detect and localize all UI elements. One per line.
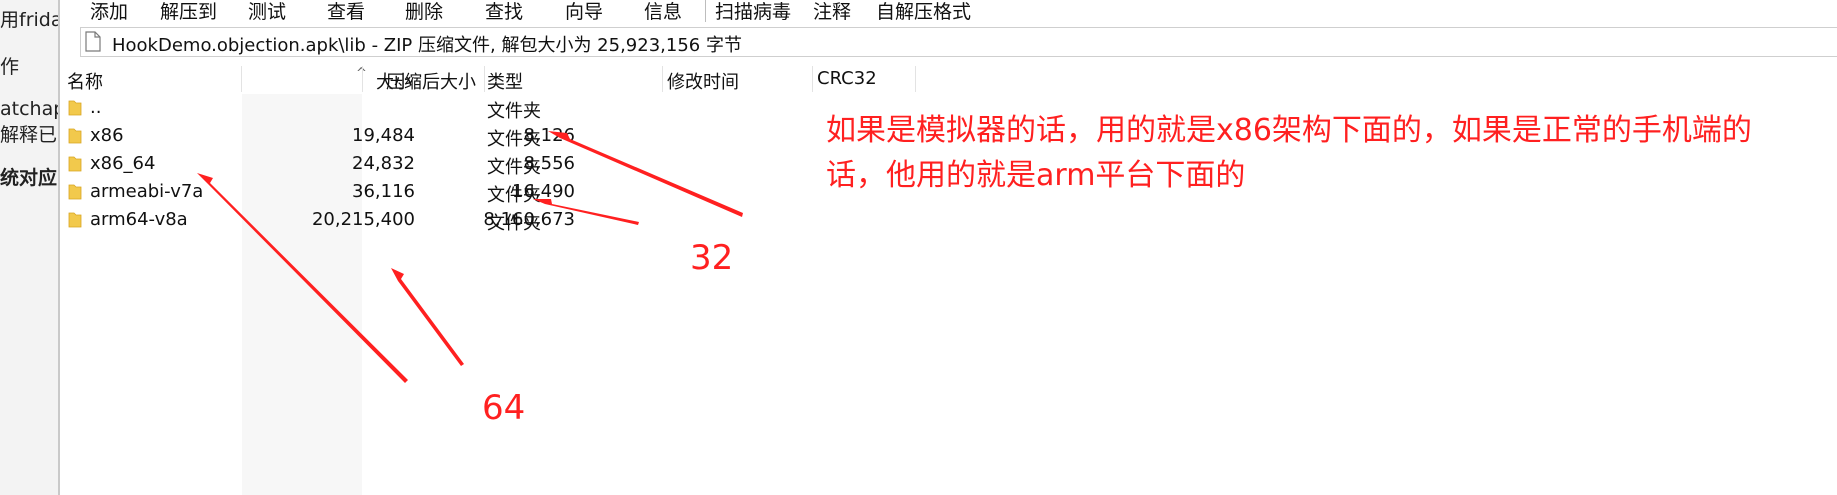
annotation-note: 如果是模拟器的话，用的就是x86架构下面的，如果是正常的手机端的 话，他用的就是…	[826, 108, 1826, 198]
annotation-label-64: 64	[482, 388, 526, 428]
arrow-to-armeabi	[533, 199, 639, 225]
arrow-to-arm64	[391, 268, 464, 366]
annotation-arrows	[197, 131, 743, 383]
annotation-note-line-2: 话，他用的就是arm平台下面的	[826, 158, 1246, 193]
arrow-to-x86-64	[197, 173, 408, 383]
annotation-note-line-1: 如果是模拟器的话，用的就是x86架构下面的，如果是正常的手机端的	[826, 113, 1752, 148]
arrow-to-x86	[548, 131, 743, 217]
annotation-label-32: 32	[690, 238, 734, 278]
